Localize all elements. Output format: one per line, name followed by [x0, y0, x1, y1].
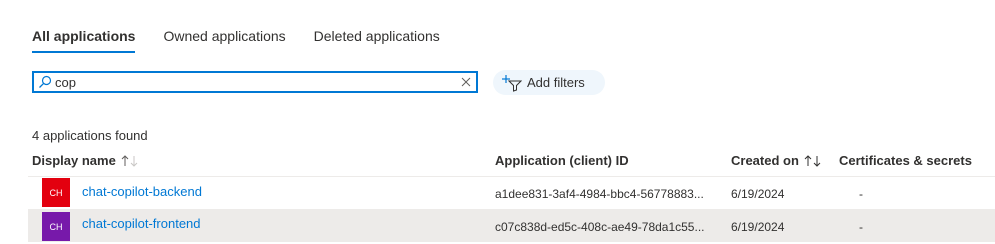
tab-bar: All applications Owned applications Dele…	[32, 28, 468, 54]
add-filters-button[interactable]: Add filters	[493, 70, 605, 95]
column-created-on-label: Created on	[731, 153, 799, 168]
column-created-on[interactable]: Created on	[731, 153, 822, 168]
client-id-cell: c07c838d-ed5c-408c-ae49-78da1c55...	[495, 220, 705, 234]
column-display-name[interactable]: Display name	[32, 153, 139, 168]
table-row[interactable]: CH chat-copilot-frontend c07c838d-ed5c-4…	[28, 210, 995, 242]
certificates-cell: -	[859, 187, 863, 201]
table-row[interactable]: CH chat-copilot-backend a1dee831-3af4-49…	[28, 177, 995, 210]
sort-icon[interactable]	[121, 154, 139, 168]
avatar: CH	[42, 212, 70, 241]
column-display-name-label: Display name	[32, 153, 116, 168]
column-certificates-secrets[interactable]: Certificates & secrets	[839, 153, 972, 168]
sort-both-icon[interactable]	[804, 154, 822, 168]
tab-owned-applications[interactable]: Owned applications	[163, 28, 285, 54]
app-name-link[interactable]: chat-copilot-backend	[82, 184, 202, 199]
avatar: CH	[42, 178, 70, 207]
add-filter-icon	[502, 74, 522, 92]
search-input[interactable]	[55, 73, 455, 91]
column-client-id[interactable]: Application (client) ID	[495, 153, 629, 168]
certificates-cell: -	[859, 220, 863, 234]
add-filters-label: Add filters	[527, 75, 585, 90]
app-name-link[interactable]: chat-copilot-frontend	[82, 216, 201, 231]
client-id-cell: a1dee831-3af4-4984-bbc4-56778883...	[495, 187, 704, 201]
results-count: 4 applications found	[32, 128, 148, 143]
created-on-cell: 6/19/2024	[731, 187, 785, 201]
search-box[interactable]	[32, 71, 478, 93]
created-on-cell: 6/19/2024	[731, 220, 785, 234]
tab-deleted-applications[interactable]: Deleted applications	[314, 28, 440, 54]
clear-icon[interactable]	[459, 75, 473, 89]
tab-all-applications[interactable]: All applications	[32, 28, 136, 54]
search-icon	[39, 75, 52, 88]
